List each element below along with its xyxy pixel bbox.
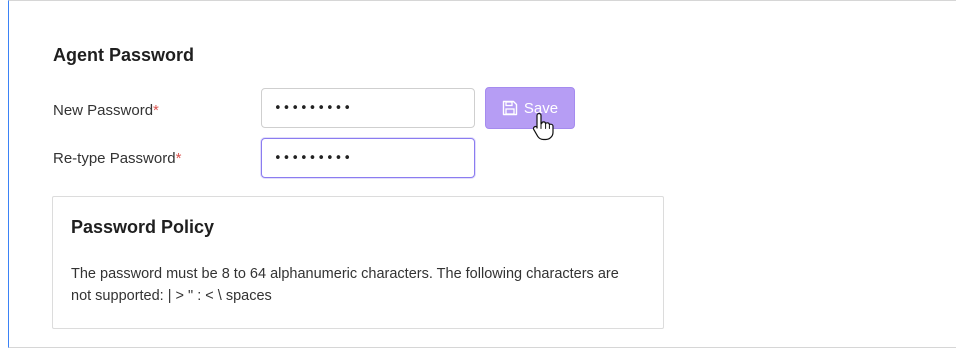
- retype-password-input[interactable]: [261, 138, 475, 178]
- retype-password-label: Re-type Password*: [53, 150, 181, 167]
- hand-pointer-icon: [531, 111, 557, 146]
- section-title: Agent Password: [53, 45, 195, 65]
- save-button[interactable]: Save: [485, 87, 575, 129]
- new-password-label-text: New Password: [53, 102, 154, 119]
- required-asterisk: *: [153, 102, 159, 119]
- new-password-label: New Password*: [53, 102, 159, 119]
- new-password-input[interactable]: [261, 88, 475, 128]
- floppy-disk-icon: [502, 100, 518, 116]
- agent-password-card: Agent Password New Password* Save Re-typ…: [8, 0, 956, 348]
- password-policy-box: Password Policy The password must be 8 t…: [52, 196, 664, 329]
- required-asterisk: *: [175, 150, 182, 167]
- policy-text: The password must be 8 to 64 alphanumeri…: [71, 266, 619, 304]
- policy-title: Password Policy: [71, 217, 215, 237]
- retype-password-label-text: Re-type Password: [53, 150, 176, 167]
